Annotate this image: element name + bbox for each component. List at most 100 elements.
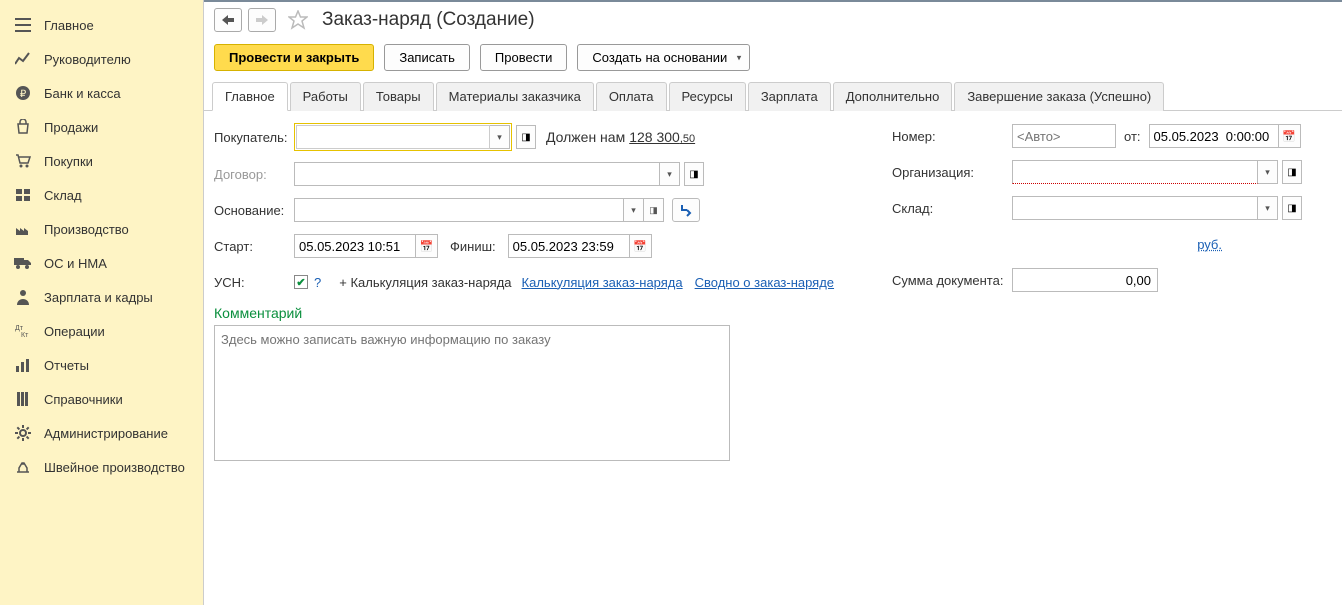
basis-fill-button[interactable] (672, 198, 700, 222)
calc-plus-label: + Калькуляция заказ-наряда (339, 275, 511, 290)
start-input[interactable] (294, 234, 416, 258)
basis-input[interactable] (294, 198, 624, 222)
sidebar-label: Зарплата и кадры (44, 290, 153, 305)
number-input[interactable] (1012, 124, 1116, 148)
sidebar-item-sales[interactable]: Продажи (0, 110, 203, 144)
sidebar-label: Администрирование (44, 426, 168, 441)
warehouse-dropdown-button[interactable]: ▾ (1258, 196, 1278, 220)
warehouse-open-button[interactable]: ◨ (1282, 196, 1302, 220)
sidebar-item-reports[interactable]: Отчеты (0, 348, 203, 382)
finish-calendar-button[interactable]: 📅 (630, 234, 652, 258)
currency-link[interactable]: руб. (1197, 237, 1222, 252)
summary-link[interactable]: Сводно о заказ-наряде (695, 275, 834, 290)
cart-icon (14, 152, 32, 170)
contract-open-button[interactable]: ◨ (684, 162, 704, 186)
sidebar-item-main[interactable]: Главное (0, 8, 203, 42)
sidebar-label: Швейное производство (44, 460, 185, 475)
sidebar-item-sewing[interactable]: Швейное производство (0, 450, 203, 484)
header: Заказ-наряд (Создание) (204, 2, 1342, 38)
bars-icon (14, 356, 32, 374)
buyer-input[interactable] (296, 125, 490, 149)
contract-input[interactable] (294, 162, 660, 186)
sidebar-label: Склад (44, 188, 82, 203)
finish-input[interactable] (508, 234, 630, 258)
sidebar-label: Банк и касса (44, 86, 121, 101)
post-button[interactable]: Провести (480, 44, 568, 71)
debt-decimal[interactable]: ,50 (680, 133, 695, 145)
create-based-button[interactable]: Создать на основании (577, 44, 750, 71)
sidebar-label: Справочники (44, 392, 123, 407)
page-title: Заказ-наряд (Создание) (322, 9, 535, 31)
org-input[interactable] (1012, 160, 1258, 184)
usn-checkbox[interactable]: ✔ (294, 275, 308, 289)
tab-goods[interactable]: Товары (363, 82, 434, 111)
forward-button[interactable] (248, 8, 276, 32)
sidebar-item-production[interactable]: Производство (0, 212, 203, 246)
sidebar-item-assets[interactable]: ОС и НМА (0, 246, 203, 280)
book-icon (14, 390, 32, 408)
sidebar-label: Отчеты (44, 358, 89, 373)
debt-amount-link[interactable]: 128 300 (629, 129, 680, 145)
sewing-icon (14, 458, 32, 476)
calc-link[interactable]: Калькуляция заказ-наряда (522, 275, 683, 290)
sidebar-item-hr[interactable]: Зарплата и кадры (0, 280, 203, 314)
org-label: Организация: (892, 165, 1012, 180)
comment-label: Комментарий (214, 305, 862, 321)
sidebar-item-admin[interactable]: Администрирование (0, 416, 203, 450)
sidebar-item-warehouse[interactable]: Склад (0, 178, 203, 212)
factory-icon (14, 220, 32, 238)
form-left-column: Покупатель: ▾ ◨ Должен нам 128 300,50 До… (214, 123, 862, 464)
sidebar: Главное Руководителю ₽ Банк и касса Прода… (0, 0, 204, 605)
star-icon[interactable] (286, 8, 310, 32)
buyer-dropdown-button[interactable]: ▾ (490, 125, 510, 149)
contract-label: Договор: (214, 167, 294, 182)
date-calendar-button[interactable]: 📅 (1279, 124, 1301, 148)
tab-materials[interactable]: Материалы заказчика (436, 82, 594, 111)
form-area: Покупатель: ▾ ◨ Должен нам 128 300,50 До… (204, 111, 1342, 476)
org-open-button[interactable]: ◨ (1282, 160, 1302, 184)
sidebar-item-operations[interactable]: ДтКт Операции (0, 314, 203, 348)
form-right-column: Номер: от: 📅 Организация: ▾ ◨ Склад: (892, 123, 1332, 464)
start-calendar-button[interactable]: 📅 (416, 234, 438, 258)
tab-resources[interactable]: Ресурсы (669, 82, 746, 111)
from-label: от: (1124, 129, 1141, 144)
contract-dropdown-button[interactable]: ▾ (660, 162, 680, 186)
org-dropdown-button[interactable]: ▾ (1258, 160, 1278, 184)
sidebar-item-catalogs[interactable]: Справочники (0, 382, 203, 416)
usn-label: УСН: (214, 275, 294, 290)
start-label: Старт: (214, 239, 294, 254)
tab-payment[interactable]: Оплата (596, 82, 667, 111)
buyer-label: Покупатель: (214, 130, 294, 145)
truck-icon (14, 254, 32, 272)
menu-icon (14, 16, 32, 34)
finish-label: Финиш: (450, 239, 496, 254)
comment-textarea[interactable] (214, 325, 730, 461)
sidebar-item-bank[interactable]: ₽ Банк и касса (0, 76, 203, 110)
tab-works[interactable]: Работы (290, 82, 361, 111)
basis-open-inline-button[interactable]: ◨ (644, 198, 664, 222)
tabs: Главное Работы Товары Материалы заказчик… (204, 81, 1342, 111)
basis-dropdown-button[interactable]: ▾ (624, 198, 644, 222)
save-button[interactable]: Записать (384, 44, 470, 71)
buyer-open-button[interactable]: ◨ (516, 125, 536, 149)
tab-salary[interactable]: Зарплата (748, 82, 831, 111)
sidebar-label: Операции (44, 324, 105, 339)
usn-help-link[interactable]: ? (314, 275, 321, 290)
sidebar-label: Производство (44, 222, 129, 237)
warehouse-input[interactable] (1012, 196, 1258, 220)
tab-main[interactable]: Главное (212, 82, 288, 111)
post-and-close-button[interactable]: Провести и закрыть (214, 44, 374, 71)
svg-text:Дт: Дт (15, 325, 24, 332)
date-input[interactable] (1149, 124, 1279, 148)
chart-line-icon (14, 50, 32, 68)
tab-complete[interactable]: Завершение заказа (Успешно) (954, 82, 1164, 111)
tab-extra[interactable]: Дополнительно (833, 82, 953, 111)
back-button[interactable] (214, 8, 242, 32)
operations-icon: ДтКт (14, 322, 32, 340)
sum-input[interactable] (1012, 268, 1158, 292)
sidebar-item-manager[interactable]: Руководителю (0, 42, 203, 76)
sidebar-label: Руководителю (44, 52, 131, 67)
svg-text:₽: ₽ (20, 89, 27, 100)
sidebar-item-purchases[interactable]: Покупки (0, 144, 203, 178)
basis-label: Основание: (214, 203, 294, 218)
